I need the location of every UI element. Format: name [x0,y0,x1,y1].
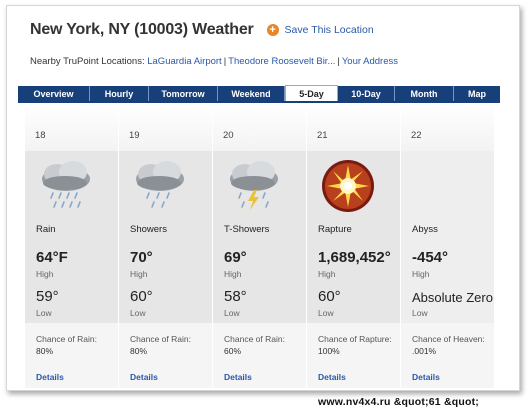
details-link[interactable]: Details [224,372,252,382]
chance-label: Chance of Heaven: [412,334,485,344]
tab-5-day[interactable]: 5-Day [285,85,338,102]
low-temp: 59° [36,288,59,305]
link-separator: | [223,56,227,67]
day-column: 20 T-Showers 69° High 58° Low Chance of … [213,103,307,388]
high-label: High [130,269,148,279]
low-label: Low [130,308,146,318]
chance-value: 80% [36,346,54,356]
tab-10-day[interactable]: 10-Day [338,86,395,102]
high-temp: 64°F [36,249,68,266]
chance-value: .001% [412,346,437,356]
title-row: New York, NY (10003) Weather + Save This… [30,16,374,44]
details-link[interactable]: Details [36,372,64,382]
day-column: 19 Showers 70° High 60° Low Chance of Ra… [119,103,213,388]
link-separator: | [337,56,340,67]
low-temp: 58° [224,288,247,305]
low-temp: Absolute Zero [412,290,493,305]
low-temp: 60° [318,288,341,305]
day-date: 19 [129,130,140,141]
rapture-burst-icon [322,160,374,212]
day-column: 22 Abyss -454° High Absolute Zero Low Ch… [401,103,495,388]
day-date: 18 [35,130,46,141]
rain-cloud-icon [42,161,90,208]
chance-value: 80% [130,346,148,356]
nearby-prefix: Nearby TruPoint Locations: [30,56,145,67]
high-temp: -454° [412,249,449,266]
day-date: 21 [317,130,328,141]
condition-label: Rain [36,224,56,235]
nearby-link-roosevelt[interactable]: Theodore Roosevelt Bir... [228,56,335,67]
tab-month[interactable]: Month [395,86,454,102]
nearby-locations: Nearby TruPoint Locations: LaGuardia Air… [30,56,398,67]
condition-label: Rapture [318,224,352,235]
high-temp: 1,689,452° [318,249,391,266]
chance-label: Chance of Rain: [36,334,97,344]
chance-label: Chance of Rain: [130,334,191,344]
condition-label: Showers [130,224,167,235]
nearby-link-laguardia[interactable]: LaGuardia Airport [147,56,221,67]
high-label: High [224,269,242,279]
tab-map[interactable]: Map [454,86,500,102]
condition-label: Abyss [412,224,438,235]
high-label: High [412,269,430,279]
chance-label: Chance of Rapture: [318,334,392,344]
low-label: Low [36,308,52,318]
page-title: New York, NY (10003) Weather [30,21,254,38]
chance-value: 100% [318,346,340,356]
showers-cloud-icon [136,161,184,208]
tab-tomorrow[interactable]: Tomorrow [149,86,218,102]
high-temp: 69° [224,249,247,266]
day-date: 22 [411,130,422,141]
day-date: 20 [223,130,234,141]
high-temp: 70° [130,249,153,266]
watermark-text: www.nv4x4.ru &quot;61 &quot; [318,396,479,408]
high-label: High [318,269,336,279]
high-label: High [36,269,54,279]
plus-icon: + [266,24,279,36]
tab-overview[interactable]: Overview [18,86,90,102]
five-day-forecast: 18 Rain 64°F High 59° Low Chance of Rain… [25,103,495,388]
nearby-link-your-address[interactable]: Your Address [342,56,398,67]
chance-label: Chance of Rain: [224,334,285,344]
condition-label: T-Showers [224,224,270,235]
details-link[interactable]: Details [130,372,158,382]
low-label: Low [318,308,334,318]
day-column: 21 Rapture 1,689,452° High 60° Low Chanc… [307,103,401,388]
low-label: Low [412,308,428,318]
tab-hourly[interactable]: Hourly [90,86,149,102]
thunder-showers-cloud-icon [230,161,278,210]
forecast-tabs: Overview Hourly Tomorrow Weekend 5-Day 1… [18,85,500,102]
low-temp: 60° [130,288,153,305]
details-link[interactable]: Details [412,372,440,382]
chance-value: 60% [224,346,242,356]
details-link[interactable]: Details [318,372,346,382]
low-label: Low [224,308,240,318]
tab-weekend[interactable]: Weekend [218,86,285,102]
save-location-button[interactable]: + Save This Location [266,24,374,36]
save-location-label[interactable]: Save This Location [285,24,374,36]
day-column: 18 Rain 64°F High 59° Low Chance of Rain… [25,103,119,388]
